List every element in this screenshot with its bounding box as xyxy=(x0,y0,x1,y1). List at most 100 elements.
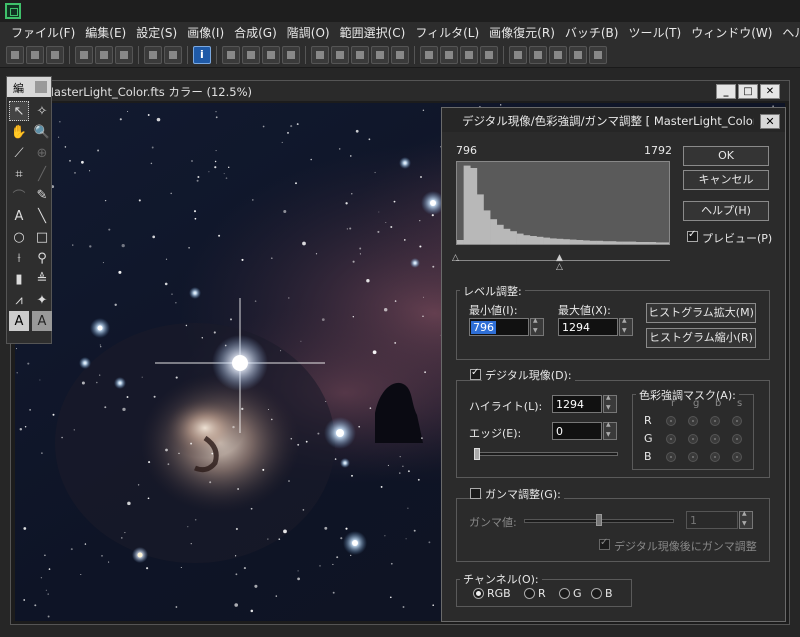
channel-b-label[interactable]: B xyxy=(605,587,613,600)
menu-batch[interactable]: バッチ(B) xyxy=(560,24,624,41)
stack-icon[interactable] xyxy=(440,45,458,64)
color-mask-toggle[interactable] xyxy=(732,452,742,462)
info-icon[interactable] xyxy=(193,45,211,64)
select-tool-icon[interactable]: ↖ xyxy=(9,101,29,121)
dialog-close-button[interactable]: ✕ xyxy=(760,114,780,129)
color-mask-toggle[interactable] xyxy=(732,434,742,444)
gamma-slider-thumb[interactable] xyxy=(596,514,602,526)
color-mask-toggle[interactable] xyxy=(710,452,720,462)
channel-rgb-label[interactable]: RGB xyxy=(487,587,511,600)
edge-spinner[interactable] xyxy=(603,421,617,440)
tools-palette-header[interactable]: 編 xyxy=(7,77,51,97)
copy-icon[interactable] xyxy=(144,45,162,64)
hand-tool-icon[interactable]: ✋ xyxy=(9,122,29,142)
brush-icon[interactable]: ⟊ xyxy=(9,248,29,268)
channel-r-label[interactable]: R xyxy=(538,587,546,600)
rotate-icon[interactable] xyxy=(311,45,329,64)
highlight-spinner[interactable] xyxy=(603,394,617,413)
digital-development-dialog[interactable]: デジタル現像/色彩強調/ガンマ調整 [ MasterLight_Color.ft… xyxy=(441,107,786,622)
color-mask-toggle[interactable] xyxy=(666,452,676,462)
minimize-button[interactable]: _ xyxy=(716,84,736,99)
gamma-spinner[interactable] xyxy=(739,510,753,529)
dialog-titlebar[interactable]: デジタル現像/色彩強調/ガンマ調整 [ MasterLight_Color.ft… xyxy=(442,108,785,132)
maximize-button[interactable]: □ xyxy=(738,84,758,99)
app-icon[interactable] xyxy=(5,3,21,19)
min-value-input[interactable]: 796 xyxy=(469,317,544,336)
paste-icon[interactable] xyxy=(164,45,182,64)
edge-slider-thumb[interactable] xyxy=(474,448,480,460)
zoom-out-icon[interactable] xyxy=(529,45,547,64)
gradient-icon[interactable]: ▮ xyxy=(9,269,29,289)
lasso-icon[interactable]: ⌒ xyxy=(9,185,29,205)
actual-size-icon[interactable] xyxy=(569,45,587,64)
measure-icon[interactable]: ⊕ xyxy=(32,143,52,163)
menu-settings[interactable]: 設定(S) xyxy=(131,24,182,41)
menu-selection[interactable]: 範囲選択(C) xyxy=(335,24,411,41)
color-mask-toggle[interactable] xyxy=(666,416,676,426)
preview-checkbox[interactable] xyxy=(687,229,698,242)
line-tool-icon[interactable]: ╲ xyxy=(32,206,52,226)
gamma-legend[interactable]: ガンマ調整(G): xyxy=(482,486,564,502)
gamma-after-digital-checkbox[interactable] xyxy=(599,537,610,550)
tools-palette[interactable]: 編 ↖ ✧ ✋ 🔍 ⟋ ⊕ ⌗ ╱ ⌒ ✎ A ╲ ○ □ ⟊ ⚲ ▮ ≜ ⩘ ✦ A A xyxy=(6,76,52,344)
undo-icon[interactable] xyxy=(95,45,113,64)
align-icon[interactable] xyxy=(371,45,389,64)
rectangle-tool-icon[interactable]: □ xyxy=(32,227,52,247)
histogram-shrink-button[interactable]: ヒストグラム縮小(R) xyxy=(646,328,756,348)
fullscreen-icon[interactable] xyxy=(589,45,607,64)
max-value-spinner[interactable] xyxy=(619,317,633,336)
histogram-icon[interactable] xyxy=(262,45,280,64)
level-adjust-icon[interactable] xyxy=(222,45,240,64)
new-file-icon[interactable] xyxy=(6,45,24,64)
color-mask-toggle[interactable] xyxy=(710,434,720,444)
star-tool-icon[interactable]: ✦ xyxy=(32,290,52,310)
save-file-icon[interactable] xyxy=(46,45,64,64)
menu-image[interactable]: 画像(I) xyxy=(182,24,229,41)
graph-icon[interactable]: ⩘ xyxy=(9,290,29,310)
star-icon[interactable] xyxy=(391,45,409,64)
menu-file[interactable]: ファイル(F) xyxy=(6,24,80,41)
color-mask-toggle[interactable] xyxy=(688,416,698,426)
eyedropper-icon[interactable]: ⟋ xyxy=(9,143,29,163)
edge-input[interactable]: 0 xyxy=(552,421,617,440)
line-draw-icon[interactable]: ╱ xyxy=(32,164,52,184)
gamma-value-input[interactable]: 1 xyxy=(686,510,753,529)
ok-button[interactable]: OK xyxy=(683,146,769,166)
zoom-in-icon[interactable] xyxy=(509,45,527,64)
color-mask-toggle[interactable] xyxy=(688,434,698,444)
menu-composite[interactable]: 合成(G) xyxy=(229,24,282,41)
cancel-button[interactable]: キャンセル xyxy=(683,170,769,190)
grid-icon[interactable] xyxy=(331,45,349,64)
color-mask-toggle[interactable] xyxy=(732,416,742,426)
edge-slider-track[interactable] xyxy=(474,452,618,456)
stamp-icon[interactable]: ⚲ xyxy=(32,248,52,268)
channel-r-radio[interactable] xyxy=(524,588,535,599)
close-window-button[interactable]: ✕ xyxy=(760,84,780,99)
menu-tools[interactable]: ツール(T) xyxy=(623,24,686,41)
highlight-input[interactable]: 1294 xyxy=(552,394,617,413)
color-mask-toggle[interactable] xyxy=(666,434,676,444)
channel-rgb-radio[interactable] xyxy=(473,588,484,599)
tile-icon[interactable] xyxy=(351,45,369,64)
ellipse-tool-icon[interactable]: ○ xyxy=(9,227,29,247)
menu-help[interactable]: ヘルプ(H) xyxy=(777,24,800,41)
open-file-icon[interactable] xyxy=(26,45,44,64)
layers-icon[interactable] xyxy=(420,45,438,64)
color-balance-icon[interactable] xyxy=(282,45,300,64)
histogram-expand-button[interactable]: ヒストグラム拡大(M) xyxy=(646,303,756,323)
crop-icon[interactable]: ⌗ xyxy=(9,164,29,184)
level-icon[interactable]: ≜ xyxy=(32,269,52,289)
menu-window[interactable]: ウィンドウ(W) xyxy=(686,24,777,41)
color-mask-toggle[interactable] xyxy=(688,452,698,462)
max-level-marker[interactable]: △ xyxy=(556,262,563,272)
digital-development-checkbox[interactable] xyxy=(470,367,481,380)
filter-icon[interactable] xyxy=(460,45,478,64)
min-value-spinner[interactable] xyxy=(530,317,544,336)
channel-g-radio[interactable] xyxy=(559,588,570,599)
text-tool-icon[interactable]: A xyxy=(9,206,29,226)
text-shadow-icon[interactable]: A xyxy=(32,311,52,331)
min-level-marker[interactable]: △ xyxy=(452,253,459,263)
image-window-titlebar[interactable]: MasterLight_Color.fts カラー (12.5%) _ □ ✕ xyxy=(11,81,789,101)
sphere-icon[interactable] xyxy=(480,45,498,64)
curve-icon[interactable] xyxy=(242,45,260,64)
